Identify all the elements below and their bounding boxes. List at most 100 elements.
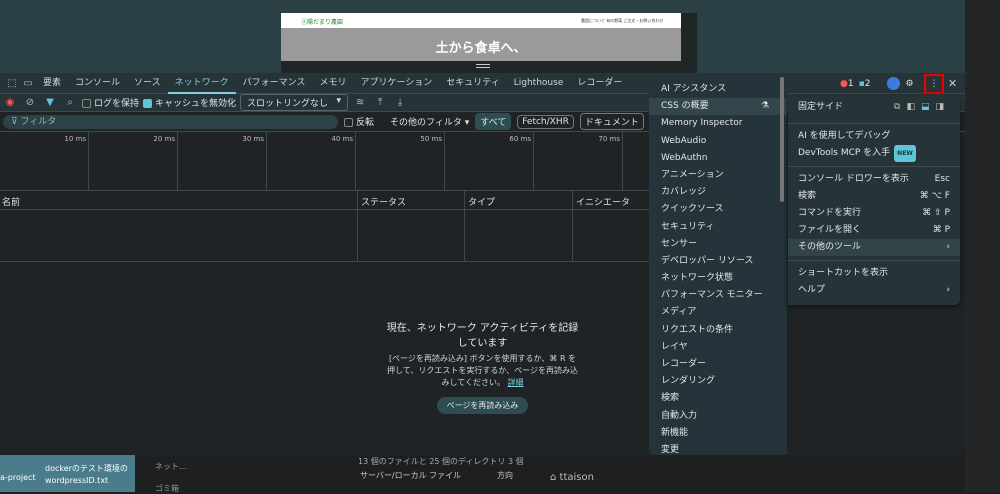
close-icon[interactable]: ✕: [948, 77, 957, 90]
menu-item[interactable]: 自動入力: [649, 408, 787, 425]
tab-performance[interactable]: パフォーマンス: [236, 73, 313, 94]
menu-item[interactable]: クイックソース: [649, 201, 787, 218]
preview-logo: ⓐ陽だまり農園: [301, 19, 343, 26]
divider: [788, 123, 960, 124]
menu-item[interactable]: ネットワーク状態: [649, 270, 787, 287]
tab-security[interactable]: セキュリティ: [439, 73, 506, 94]
menu-item-ai-assistance[interactable]: AI アシスタンス: [649, 81, 787, 98]
reload-page-button[interactable]: ページを再読み込み: [436, 397, 529, 414]
chevron-right-icon: ›: [946, 285, 950, 295]
dock-bottom-icon[interactable]: ⬓: [921, 102, 936, 112]
chip-fetch-xhr[interactable]: Fetch/XHR: [517, 114, 574, 129]
desktop-file[interactable]: dockerのテスト環境のwordpressID.txt: [45, 463, 130, 487]
settings-icon[interactable]: ⚙: [905, 79, 913, 89]
home-icon: ⌂: [550, 472, 560, 483]
tab-application[interactable]: アプリケーション: [353, 73, 439, 94]
throttle-select[interactable]: スロットリングなし ▾: [240, 94, 349, 111]
tab-memory[interactable]: メモリ: [312, 73, 353, 94]
preview-hero: 土から食卓へ、: [281, 28, 681, 61]
menu-item-shortcuts[interactable]: ショートカットを表示: [788, 265, 960, 282]
desktop-file[interactable]: a-project: [0, 473, 36, 482]
column-initiator[interactable]: イニシエータ: [572, 191, 633, 262]
menu-item[interactable]: Memory Inspector: [649, 115, 787, 132]
filter-icon[interactable]: ▼: [42, 97, 58, 108]
checkbox-checked-icon: [143, 99, 153, 108]
menu-item-search[interactable]: 検索 ⌘ ⌥ F: [788, 188, 960, 205]
tab-recorder[interactable]: レコーダー: [570, 73, 629, 94]
undock-icon[interactable]: ⧉: [894, 102, 906, 112]
menu-item[interactable]: レコーダー: [649, 356, 787, 373]
record-icon[interactable]: ◉: [2, 97, 18, 108]
menu-item[interactable]: WebAudio: [649, 133, 787, 150]
ai-icon[interactable]: [887, 77, 901, 90]
checkbox-icon: [82, 99, 91, 108]
dock-side-row: 固定サイド ⧉◧⬓◨: [798, 102, 950, 112]
menu-item[interactable]: 新機能: [649, 425, 787, 442]
home-folder[interactable]: ⌂ ttaison: [550, 472, 594, 483]
inspect-icon[interactable]: ⬚: [4, 78, 20, 89]
sidebar-trash[interactable]: ゴミ箱: [155, 483, 179, 494]
menu-item[interactable]: セキュリティ: [649, 219, 787, 236]
column-name[interactable]: 名前: [0, 191, 23, 262]
filter-input[interactable]: ⊽ フィルタ: [3, 114, 338, 129]
message-count[interactable]: ▪2: [859, 79, 871, 89]
more-options-button[interactable]: ⋮: [924, 74, 944, 94]
menu-item[interactable]: カバレッジ: [649, 184, 787, 201]
menu-item-css-overview[interactable]: CSS の概要 ⚗: [649, 98, 787, 116]
menu-item-run-command[interactable]: コマンドを実行 ⌘ ⇧ P: [788, 205, 960, 222]
ftp-status: 13 個のファイルと 25 個のディレクトリ 3 個: [358, 457, 524, 466]
column-type[interactable]: タイプ: [464, 191, 498, 262]
menu-item[interactable]: アニメーション: [649, 167, 787, 184]
invert-checkbox[interactable]: 反転: [344, 115, 374, 128]
preview-header: ⓐ陽だまり農園 農園について 旬の野菜 ご注文・お問い合わせ: [281, 13, 681, 28]
device-toggle-icon[interactable]: ▭: [20, 78, 36, 89]
column-status[interactable]: ステータス: [357, 191, 409, 262]
menu-item-more-tools[interactable]: その他のツール ›: [788, 239, 960, 256]
menu-item-help[interactable]: ヘルプ ›: [788, 282, 960, 299]
dock-right-icon[interactable]: ◨: [935, 102, 950, 112]
disable-cache-checkbox[interactable]: キャッシュを無効化: [143, 96, 236, 109]
search-icon[interactable]: ⌕: [62, 97, 78, 108]
learn-more-link[interactable]: 詳細: [508, 378, 524, 387]
network-conditions-icon[interactable]: ≋: [352, 97, 368, 108]
empty-state: 現在、ネットワーク アクティビティを記録しています [ページを再読み込み] ボタ…: [385, 321, 580, 414]
upload-icon[interactable]: ⤒: [372, 97, 388, 108]
timeline-overview[interactable]: 10 ms 20 ms 30 ms 40 ms 50 ms 60 ms 70 m…: [0, 132, 650, 191]
download-icon[interactable]: ⤓: [392, 97, 408, 108]
tick-label: 30 ms: [178, 132, 267, 191]
desktop-background: a-project dockerのテスト環境のwordpressID.txt ネ…: [0, 455, 965, 494]
page-viewport: ⓐ陽だまり農園 農園について 旬の野菜 ご注文・お問い合わせ 土から食卓へ、: [0, 0, 965, 74]
menu-item-open-file[interactable]: ファイルを開く ⌘ P: [788, 222, 960, 239]
menu-item[interactable]: メディア: [649, 304, 787, 321]
clear-icon[interactable]: ⊘: [22, 97, 38, 108]
menu-item[interactable]: WebAuthn: [649, 150, 787, 167]
preserve-log-checkbox[interactable]: ログを保持: [82, 96, 139, 109]
menu-item[interactable]: デベロッパー リソース: [649, 253, 787, 270]
menu-item-ai-debug[interactable]: AI を使用してデバッグ: [788, 128, 960, 145]
tab-sources[interactable]: ソース: [127, 73, 168, 94]
tab-network[interactable]: ネットワーク: [167, 73, 236, 94]
error-icon: ●: [840, 78, 848, 89]
menu-item-console-drawer[interactable]: コンソール ドロワーを表示 Esc: [788, 171, 960, 188]
menu-item[interactable]: 検索: [649, 390, 787, 407]
tab-console[interactable]: コンソール: [68, 73, 127, 94]
resize-grip[interactable]: [476, 64, 490, 68]
menu-item-devtools-mcp[interactable]: DevTools MCP を入手 NEW: [788, 145, 960, 162]
menu-item[interactable]: リクエストの条件: [649, 322, 787, 339]
divider: [788, 260, 960, 261]
menu-item[interactable]: レンダリング: [649, 373, 787, 390]
dock-left-icon[interactable]: ◧: [906, 102, 921, 112]
error-count[interactable]: ●1: [840, 79, 854, 89]
chip-all[interactable]: すべて: [475, 113, 512, 130]
request-table-header: 名前 ステータス タイプ イニシエータ: [0, 191, 650, 262]
menu-item[interactable]: センサー: [649, 236, 787, 253]
sidebar-network[interactable]: ネット…: [155, 461, 187, 472]
tab-elements[interactable]: 要素: [36, 73, 68, 94]
chip-document[interactable]: ドキュメント: [579, 113, 644, 130]
menu-item[interactable]: パフォーマンス モニター: [649, 287, 787, 304]
background-window: [965, 0, 1000, 492]
menu-item[interactable]: レイヤ: [649, 339, 787, 356]
submenu-scrollbar[interactable]: [780, 77, 784, 202]
more-filters-dropdown[interactable]: その他のフィルタ ▾: [390, 115, 469, 128]
tab-lighthouse[interactable]: Lighthouse: [507, 73, 571, 94]
